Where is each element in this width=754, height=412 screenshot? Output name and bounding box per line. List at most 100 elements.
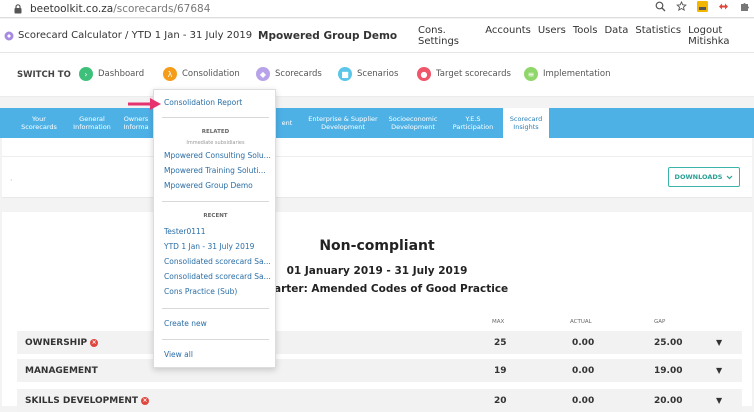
tab-enterprise-supplier[interactable]: Enterprise & Supplier Development xyxy=(302,108,384,138)
recent-item[interactable]: YTD 1 Jan - 31 July 2019 xyxy=(164,242,254,251)
row-label: MANAGEMENT xyxy=(25,365,98,376)
recent-heading: RECENT xyxy=(203,213,228,219)
related-subheading: Immediate subsidiaries xyxy=(186,140,245,146)
panel-marker: · xyxy=(10,176,13,185)
target-icon: ● xyxy=(417,67,431,81)
app-header: Scorecard Calculator / YTD 1 Jan - 31 Ju… xyxy=(0,19,754,53)
extension-icon[interactable] xyxy=(697,1,708,12)
switch-implementation-label: Implementation xyxy=(543,69,611,79)
table-row[interactable]: OWNERSHIP × 25 0.00 25.00 ▼ xyxy=(17,331,742,354)
expand-caret-icon[interactable]: ▼ xyxy=(716,338,722,347)
scorecard-icon xyxy=(4,31,14,41)
expand-caret-icon[interactable]: ▼ xyxy=(716,396,722,405)
row-gap: 20.00 xyxy=(654,395,683,406)
switch-consolidation-label: Consolidation xyxy=(182,69,240,79)
switch-target-label: Target scorecards xyxy=(436,69,511,79)
switch-scorecards[interactable]: ◆ Scorecards xyxy=(256,67,322,81)
row-actual: 0.00 xyxy=(572,395,595,406)
divider xyxy=(162,339,269,340)
toolbar-panel: · DOWNLOADS xyxy=(2,138,752,198)
switch-dashboard[interactable]: › Dashboard xyxy=(79,67,144,81)
tab-your-scorecards[interactable]: Your Scorecards xyxy=(10,108,68,138)
row-gap: 25.00 xyxy=(654,337,683,348)
header-menu: Cons. Settings Accounts Users Tools Data… xyxy=(418,25,754,47)
switch-scenarios-label: Scenarios xyxy=(357,69,399,79)
menu-users[interactable]: Users xyxy=(538,25,566,47)
implementation-icon: ≡ xyxy=(524,67,538,81)
divider xyxy=(162,201,269,202)
switch-target-scorecards[interactable]: ● Target scorecards xyxy=(417,67,511,81)
col-max: MAX xyxy=(492,319,505,325)
row-gap: 19.00 xyxy=(654,365,683,376)
downloads-label: DOWNLOADS xyxy=(674,173,723,181)
divider xyxy=(2,156,752,157)
row-max: 25 xyxy=(494,337,507,348)
related-item[interactable]: Mpowered Training Soluti... xyxy=(164,166,266,175)
switch-scorecards-label: Scorecards xyxy=(275,69,322,79)
row-max: 20 xyxy=(494,395,507,406)
dashboard-icon: › xyxy=(79,67,93,81)
menu-tools[interactable]: Tools xyxy=(573,25,598,47)
switch-scenarios[interactable]: ■ Scenarios xyxy=(338,67,398,81)
pointer-arrow-icon xyxy=(128,96,162,115)
fail-icon: × xyxy=(90,338,99,347)
switch-dashboard-label: Dashboard xyxy=(98,69,145,79)
compliance-status: Non-compliant xyxy=(319,238,435,254)
menu-statistics[interactable]: Statistics xyxy=(635,25,681,47)
table-row[interactable]: SKILLS DEVELOPMENT × 20 0.00 20.00 ▼ xyxy=(17,389,742,412)
menu-accounts[interactable]: Accounts xyxy=(485,25,531,47)
company-name: Mpowered Group Demo xyxy=(258,29,398,42)
tab-scorecard-insights[interactable]: Scorecard Insights xyxy=(503,108,549,138)
puzzle-icon[interactable] xyxy=(739,1,750,12)
scorecards-icon: ◆ xyxy=(256,67,270,81)
divider xyxy=(162,117,269,118)
star-icon[interactable] xyxy=(676,1,687,12)
recent-item[interactable]: Tester0111 xyxy=(164,227,206,236)
report-period: 01 January 2019 - 31 July 2019 xyxy=(286,265,468,277)
row-actual: 0.00 xyxy=(572,337,595,348)
consolidation-icon: λ xyxy=(163,67,177,81)
consolidation-report-link[interactable]: Consolidation Report xyxy=(164,98,242,107)
chevron-down-icon xyxy=(726,175,733,180)
consolidation-dropdown: Consolidation Report RELATED Immediate s… xyxy=(153,89,276,368)
scenarios-icon: ■ xyxy=(338,67,352,81)
url-text: beetoolkit.co.za/scorecards/67684 xyxy=(30,2,211,15)
switch-to-bar: SWITCH TO › Dashboard λ Consolidation ◆ … xyxy=(0,53,754,97)
scorecard-title-text: Scorecard Calculator / YTD 1 Jan - 31 Ju… xyxy=(18,30,253,41)
row-label: OWNERSHIP xyxy=(25,337,88,348)
zoom-icon[interactable] xyxy=(655,1,666,12)
recent-item[interactable]: Consolidated scorecard Sa... xyxy=(164,257,271,266)
menu-logout[interactable]: Logout Mitishka xyxy=(688,25,754,47)
related-item[interactable]: Mpowered Consulting Solu... xyxy=(164,151,271,160)
related-heading: RELATED xyxy=(201,129,230,135)
tab-yes-participation[interactable]: Y.E.S Participation xyxy=(444,108,502,138)
tab-socioeconomic[interactable]: Socioeconomic Development xyxy=(384,108,442,138)
table-row[interactable]: MANAGEMENT 19 0.00 19.00 ▼ xyxy=(17,359,742,382)
row-actual: 0.00 xyxy=(572,365,595,376)
lock-icon xyxy=(14,3,22,14)
browser-url-bar[interactable]: beetoolkit.co.za/scorecards/67684 xyxy=(0,0,754,18)
switch-implementation[interactable]: ≡ Implementation xyxy=(524,67,611,81)
row-label: SKILLS DEVELOPMENT xyxy=(25,395,139,406)
switch-to-label: SWITCH TO xyxy=(17,69,71,80)
expand-caret-icon[interactable]: ▼ xyxy=(716,366,722,375)
row-max: 19 xyxy=(494,365,507,376)
recent-item[interactable]: Cons Practice (Sub) xyxy=(164,287,237,296)
col-gap: GAP xyxy=(654,319,666,325)
create-new-link[interactable]: Create new xyxy=(164,319,207,328)
tab-general-information[interactable]: General Information xyxy=(68,108,116,138)
switch-consolidation[interactable]: λ Consolidation xyxy=(163,67,240,81)
recent-item[interactable]: Consolidated scorecard Sa... xyxy=(164,272,271,281)
report-panel: Non-compliant 01 January 2019 - 31 July … xyxy=(2,212,752,412)
col-actual: ACTUAL xyxy=(570,319,592,325)
menu-cons-settings[interactable]: Cons. Settings xyxy=(418,25,478,47)
fail-icon: × xyxy=(141,396,150,405)
menu-data[interactable]: Data xyxy=(604,25,628,47)
report-charter: arter: Amended Codes of Good Practice xyxy=(274,283,509,295)
view-all-link[interactable]: View all xyxy=(164,350,193,359)
downloads-button[interactable]: DOWNLOADS xyxy=(668,167,740,187)
scorecard-title[interactable]: Scorecard Calculator / YTD 1 Jan - 31 Ju… xyxy=(4,30,252,41)
related-item[interactable]: Mpowered Group Demo xyxy=(164,181,253,190)
scorecard-tabs: Your Scorecards General Information Owners… xyxy=(0,108,754,138)
extension-red-icon[interactable] xyxy=(718,1,729,12)
